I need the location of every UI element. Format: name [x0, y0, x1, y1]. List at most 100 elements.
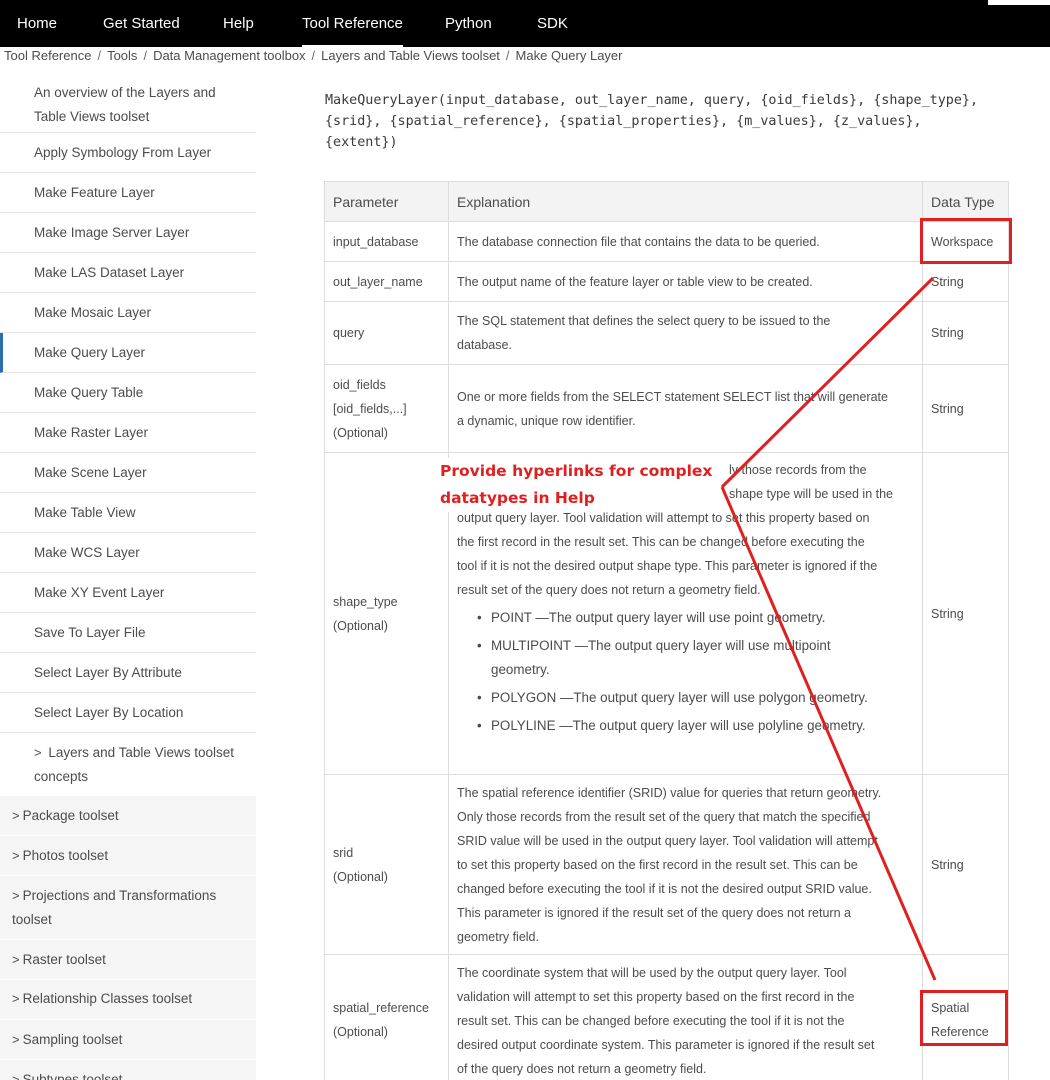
param-line: query — [333, 326, 365, 340]
nav-help[interactable]: Help — [223, 15, 254, 32]
exp-line: to set this property based on the first … — [457, 857, 858, 872]
table-row: query The SQL statement that defines the… — [324, 301, 1009, 365]
exp-line: tool if it is not the desired output sha… — [457, 559, 878, 573]
nav-home[interactable]: Home — [17, 15, 57, 32]
exp-line: The spatial reference identifier (SRID) … — [457, 785, 882, 800]
sidebar-item-apply-symbology[interactable]: Apply Symbology From Layer — [0, 133, 256, 173]
exp-line: validation will attempt to set this prop… — [457, 990, 855, 1004]
type-line: String — [931, 857, 964, 872]
table-row: input_database The database connection f… — [324, 221, 1009, 262]
breadcrumb-tools[interactable]: Tools — [107, 48, 137, 63]
syntax-line: MakeQueryLayer(input_database, out_layer… — [325, 93, 979, 108]
sidebar-item-label: Select Layer By Location — [34, 705, 184, 720]
param-line: (Optional) — [333, 1024, 388, 1039]
nav-sdk[interactable]: SDK — [537, 15, 568, 32]
breadcrumb-data-management[interactable]: Data Management toolbox — [153, 48, 305, 63]
annotation-line: Provide hyperlinks for complex — [440, 458, 717, 485]
sidebar-item-make-image-server-layer[interactable]: Make Image Server Layer — [0, 213, 256, 253]
sidebar-item-raster-toolset[interactable]: > Raster toolset — [0, 940, 256, 980]
exp-line: result set. This can be changed before e… — [457, 1014, 845, 1028]
exp-line: The output name of the feature layer or … — [457, 274, 813, 289]
param-line: out_layer_name — [333, 274, 423, 289]
sidebar-item-make-query-table[interactable]: Make Query Table — [0, 373, 256, 413]
exp-line: geometry field. — [457, 929, 539, 944]
nav-tool-reference[interactable]: Tool Reference — [302, 15, 403, 47]
table-row: srid (Optional) The spatial reference id… — [324, 774, 1009, 955]
param-explanation: The database connection file that contai… — [448, 221, 923, 262]
type-line: String — [931, 274, 964, 289]
header-data-type: Data Type — [922, 181, 1009, 222]
param-explanation: One or more fields from the SELECT state… — [448, 364, 923, 453]
table-header-row: Parameter Explanation Data Type — [324, 181, 1009, 222]
sidebar-item-photos-toolset[interactable]: > Photos toolset — [0, 836, 256, 876]
param-line: srid — [333, 845, 354, 860]
sidebar-item-make-scene-layer[interactable]: Make Scene Layer — [0, 453, 256, 493]
sidebar-item-relationship-toolset[interactable]: > Relationship Classes toolset — [0, 980, 256, 1020]
sidebar-item-label: Make Mosaic Layer — [34, 305, 152, 320]
exp-line: The database connection file that contai… — [457, 234, 820, 249]
sidebar-item-make-xy-event-layer[interactable]: Make XY Event Layer — [0, 573, 256, 613]
sidebar-item-select-by-attribute[interactable]: Select Layer By Attribute — [0, 653, 256, 693]
table-row: oid_fields [oid_fields,...] (Optional) O… — [324, 364, 1009, 453]
sidebar-item-label: Make Query Table — [34, 385, 144, 400]
sidebar-item-make-query-layer[interactable]: Make Query Layer — [0, 333, 256, 373]
nav-get-started[interactable]: Get Started — [103, 15, 180, 32]
chevron-right-icon: > — [12, 991, 20, 1006]
sidebar-item-overview[interactable]: An overview of the Layers and Table View… — [0, 77, 256, 133]
sidebar-item-make-mosaic-layer[interactable]: Make Mosaic Layer — [0, 293, 256, 333]
chevron-right-icon: > — [12, 1032, 20, 1047]
chevron-right-icon: > — [12, 808, 20, 823]
sidebar-item-label: Make Query Layer — [34, 345, 146, 360]
breadcrumb-tool-reference[interactable]: Tool Reference — [4, 48, 91, 63]
param-name: out_layer_name — [324, 261, 449, 302]
sidebar-item-make-feature-layer[interactable]: Make Feature Layer — [0, 173, 256, 213]
list-item: MULTIPOINT —The output query layer will … — [457, 634, 914, 682]
sidebar-item-projections-toolset[interactable]: > Projections and Transformations toolset — [0, 876, 256, 940]
nav-python[interactable]: Python — [445, 15, 492, 32]
sidebar-item-select-by-location[interactable]: Select Layer By Location — [0, 693, 256, 733]
chevron-right-icon: > — [34, 745, 42, 760]
bullet-text: MULTIPOINT —The output query layer will … — [491, 638, 831, 653]
param-line: spatial_reference — [333, 1000, 429, 1015]
annotation-note: Provide hyperlinks for complex datatypes… — [440, 458, 760, 512]
sidebar-item-label: Select Layer By Attribute — [34, 665, 182, 680]
param-name: srid (Optional) — [324, 774, 449, 955]
exp-line: The coordinate system that will be used … — [457, 966, 847, 980]
param-name: input_database — [324, 221, 449, 262]
param-name: spatial_reference (Optional) — [324, 954, 449, 1080]
chevron-right-icon: > — [12, 1072, 20, 1080]
sidebar-item-subtypes-toolset[interactable]: > Subtypes toolset — [0, 1060, 256, 1080]
param-line: (Optional) — [333, 618, 388, 633]
type-line: String — [931, 606, 964, 621]
sidebar-item-package-toolset[interactable]: > Package toolset — [0, 796, 256, 836]
chevron-right-icon: > — [12, 888, 20, 903]
exp-line: changed before executing the tool if it … — [457, 881, 872, 896]
parameter-table: Parameter Explanation Data Type input_da… — [324, 181, 1009, 1080]
header-parameter: Parameter — [324, 181, 449, 222]
param-line: input_database — [333, 234, 419, 249]
sidebar-item-concepts[interactable]: > Layers and Table Views toolset concept… — [0, 733, 256, 796]
sidebar-item-make-table-view[interactable]: Make Table View — [0, 493, 256, 533]
sidebar-item-label: Make Raster Layer — [34, 425, 149, 440]
sidebar-item-save-to-layer-file[interactable]: Save To Layer File — [0, 613, 256, 653]
sidebar-item-label: Save To Layer File — [34, 625, 146, 640]
breadcrumb-layers-toolset[interactable]: Layers and Table Views toolset — [321, 48, 500, 63]
sidebar-item-label: An overview of the Layers and Table View… — [34, 85, 216, 124]
sidebar-item-label: Projections and Transformations toolset — [12, 888, 217, 927]
list-item: POLYLINE —The output query layer will us… — [457, 714, 914, 738]
syntax-line: {srid}, {spatial_reference}, {spatial_pr… — [325, 114, 922, 129]
sidebar-item-make-wcs-layer[interactable]: Make WCS Layer — [0, 533, 256, 573]
type-line: String — [931, 401, 964, 416]
param-line: shape_type — [333, 594, 398, 609]
sidebar-item-label: Photos toolset — [22, 848, 109, 863]
list-item: POLYGON —The output query layer will use… — [457, 686, 914, 710]
sidebar-item-sampling-toolset[interactable]: > Sampling toolset — [0, 1020, 256, 1060]
annotation-box-workspace — [920, 218, 1012, 264]
sidebar-item-make-raster-layer[interactable]: Make Raster Layer — [0, 413, 256, 453]
param-data-type: String — [922, 774, 1009, 955]
sidebar-item-make-las-dataset-layer[interactable]: Make LAS Dataset Layer — [0, 253, 256, 293]
param-explanation: The coordinate system that will be used … — [448, 954, 923, 1080]
param-data-type: String — [922, 452, 1009, 775]
param-line: (Optional) — [333, 869, 388, 884]
sidebar-item-label: Make WCS Layer — [34, 545, 140, 560]
